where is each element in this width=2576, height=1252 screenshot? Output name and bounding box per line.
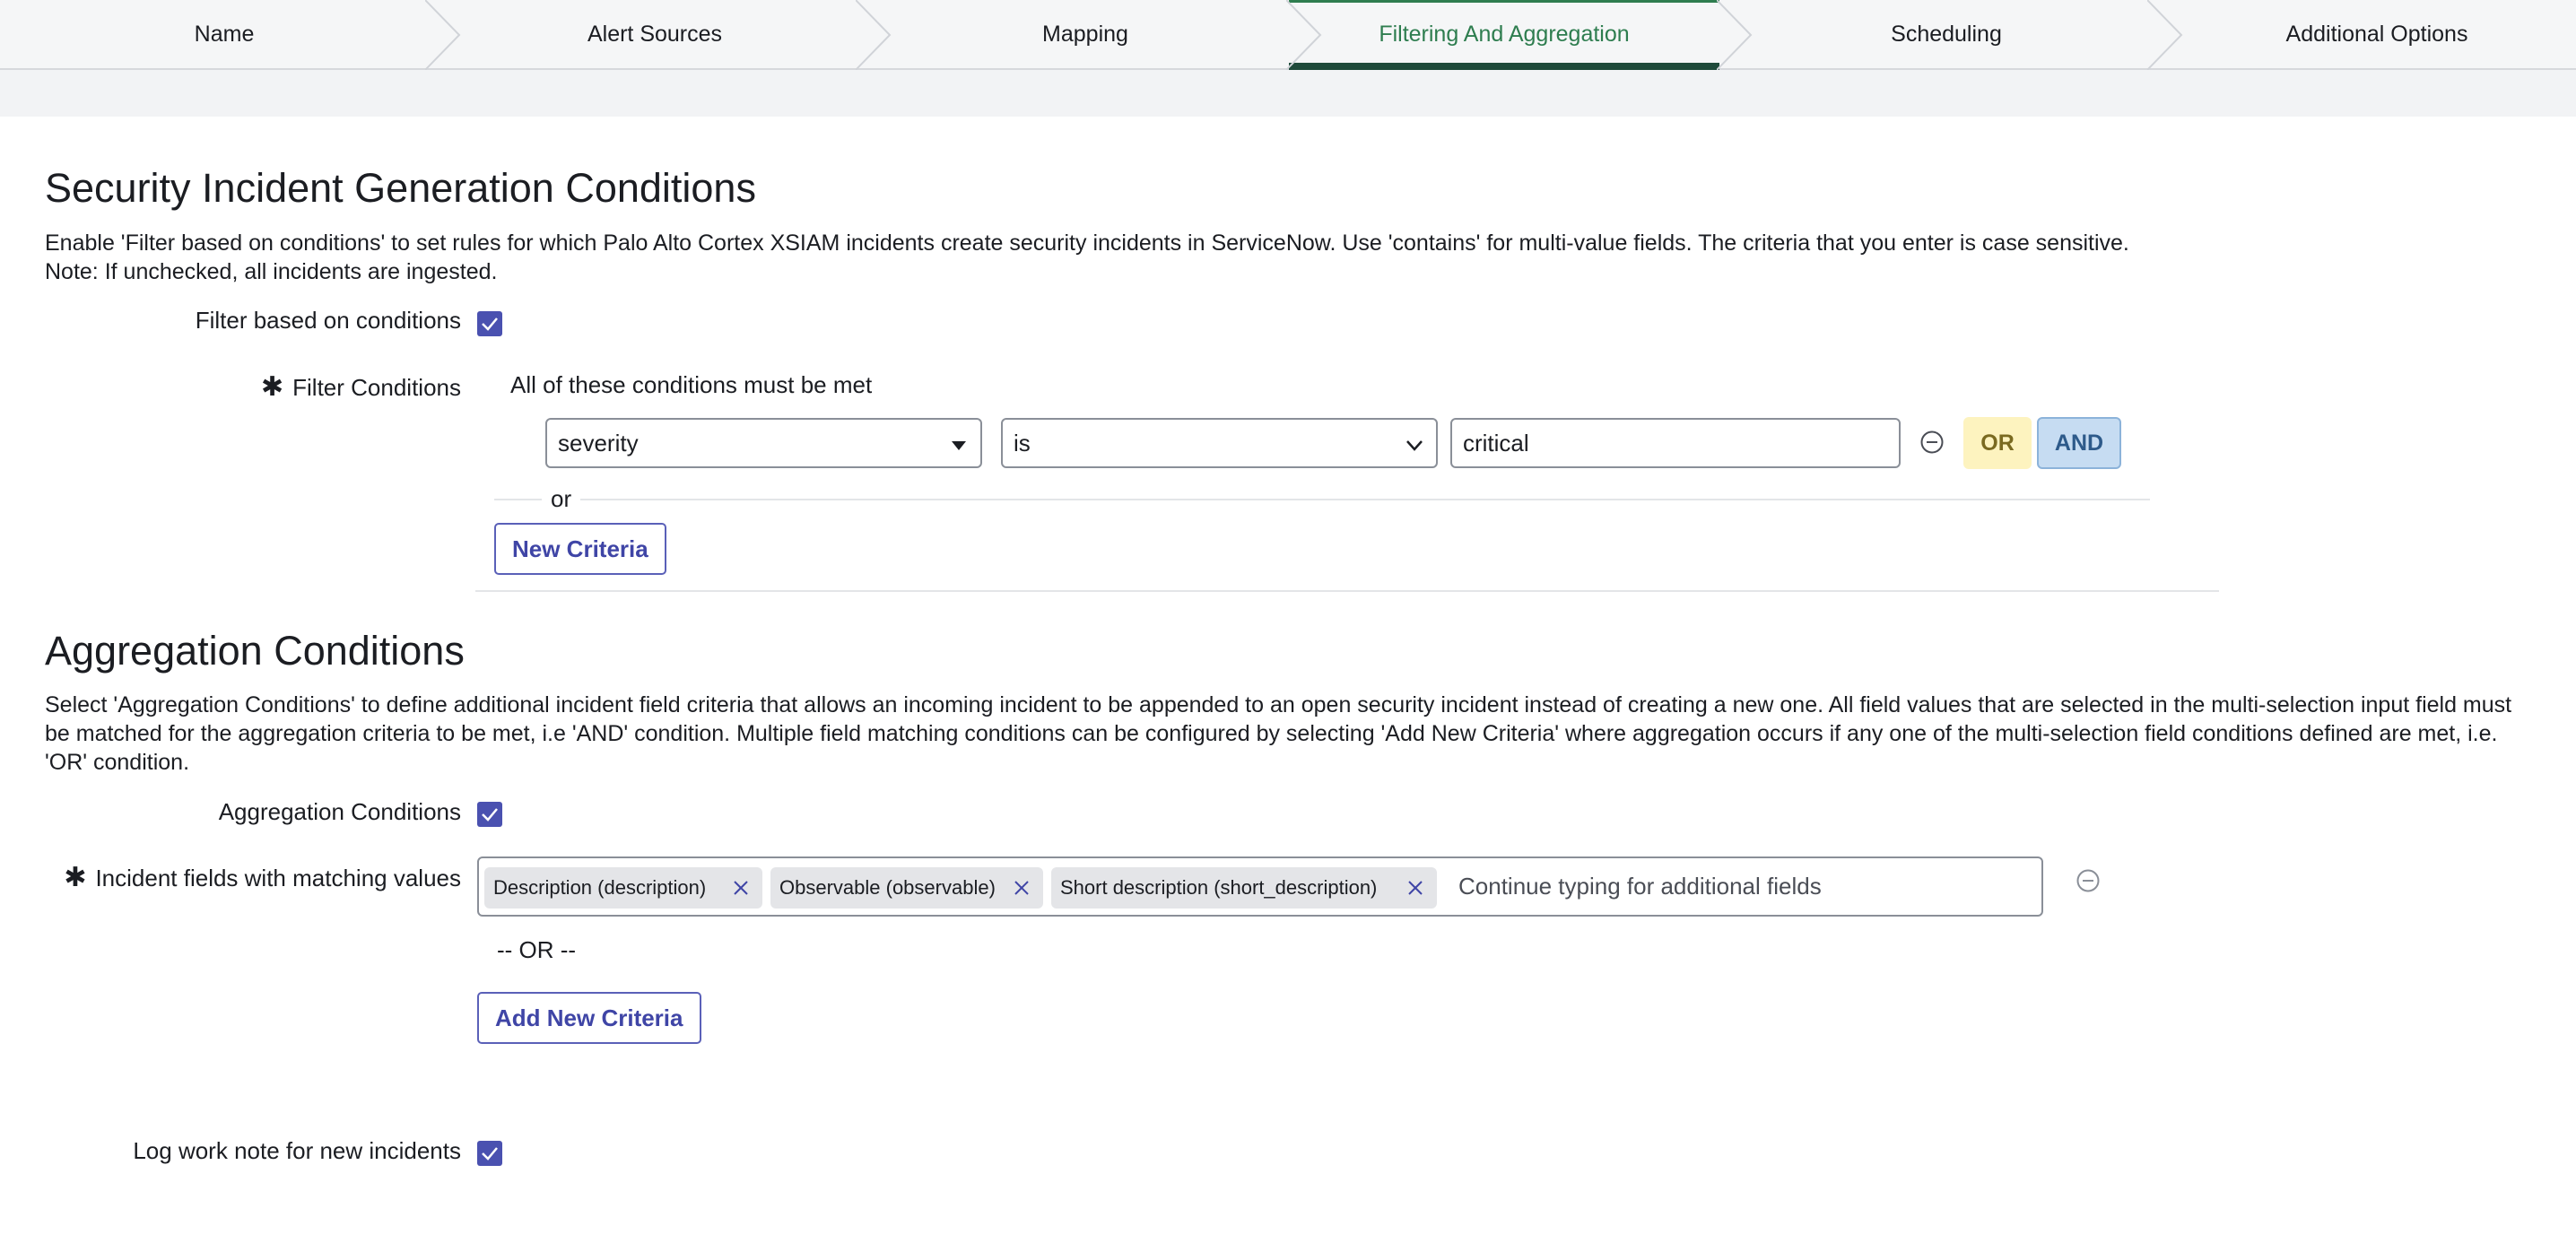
remove-criteria-icon[interactable] <box>2076 869 2100 892</box>
condition-value-text: critical <box>1463 429 1529 456</box>
remove-tag-icon[interactable] <box>732 879 750 897</box>
matching-fields-label: Incident fields with matching values <box>95 865 461 891</box>
field-tag-label: Observable (observable) <box>779 876 996 899</box>
condition-operator-value: is <box>1014 429 1031 456</box>
and-button[interactable]: AND <box>2037 417 2121 469</box>
tag-input-placeholder[interactable]: Continue typing for additional fields <box>1458 858 1822 915</box>
step-separator-icon <box>2147 0 2183 70</box>
check-icon <box>482 808 498 822</box>
field-tag: Observable (observable) <box>770 867 1043 909</box>
step-label: Filtering And Aggregation <box>1379 21 1630 47</box>
step-label: Scheduling <box>1891 21 2002 47</box>
description-line: Enable 'Filter based on conditions' to s… <box>45 230 2129 256</box>
aggregation-checkbox[interactable] <box>477 802 502 827</box>
check-icon <box>482 1147 498 1161</box>
step-scheduling[interactable]: Scheduling <box>1731 0 2162 68</box>
step-separator-icon <box>1286 0 1322 70</box>
step-filtering-and-aggregation[interactable]: Filtering And Aggregation <box>1289 0 1719 70</box>
step-additional-options[interactable]: Additional Options <box>2162 0 2576 68</box>
filter-checkbox[interactable] <box>477 311 502 336</box>
all-conditions-text: All of these conditions must be met <box>510 371 873 398</box>
step-label: Mapping <box>1042 21 1128 47</box>
condition-field-value: severity <box>558 429 639 456</box>
filter-conditions-label: Filter Conditions <box>292 374 461 401</box>
security-section-description: Enable 'Filter based on conditions' to s… <box>45 229 2538 286</box>
filter-checkbox-label: Filter based on conditions <box>195 307 461 334</box>
worknote-checkbox[interactable] <box>477 1141 502 1166</box>
check-icon <box>482 317 498 331</box>
description-note: Note: If unchecked, all incidents are in… <box>45 259 498 284</box>
add-new-criteria-button[interactable]: Add New Criteria <box>477 992 701 1044</box>
field-tag-label: Short description (short_description) <box>1060 876 1378 899</box>
or-separator-text: or <box>542 485 581 513</box>
step-alert-sources[interactable]: Alert Sources <box>439 0 870 68</box>
condition-value-input[interactable]: critical <box>1450 418 1901 468</box>
step-label: Name <box>194 21 255 47</box>
field-tag-label: Description (description) <box>493 876 707 899</box>
aggregation-checkbox-label: Aggregation Conditions <box>218 798 461 825</box>
aggregation-section-title: Aggregation Conditions <box>45 628 465 674</box>
step-mapping[interactable]: Mapping <box>870 0 1301 68</box>
aggregation-section-description: Select 'Aggregation Conditions' to defin… <box>45 692 2512 775</box>
step-name[interactable]: Name <box>9 0 439 68</box>
worknote-checkbox-label: Log work note for new incidents <box>133 1137 461 1164</box>
condition-field-select[interactable]: severity <box>545 418 982 468</box>
remove-tag-icon[interactable] <box>1013 879 1031 897</box>
condition-operator-select[interactable]: is <box>1001 418 1438 468</box>
security-section-title: Security Incident Generation Conditions <box>45 165 756 211</box>
or-divider: -- OR -- <box>497 936 577 963</box>
field-tag: Description (description) <box>484 867 762 909</box>
step-separator-icon <box>856 0 892 70</box>
step-separator-icon <box>1717 0 1753 70</box>
remove-condition-icon[interactable] <box>1920 430 1944 454</box>
matching-fields-tag-input[interactable]: Description (description) Observable (ob… <box>477 856 2043 917</box>
step-separator-icon <box>425 0 461 70</box>
or-button[interactable]: OR <box>1963 417 2032 469</box>
caret-down-icon <box>952 441 966 450</box>
remove-tag-icon[interactable] <box>1406 879 1424 897</box>
field-tag: Short description (short_description) <box>1051 867 1437 909</box>
chevron-down-icon <box>1406 440 1423 451</box>
section-divider <box>475 590 2219 592</box>
new-criteria-button[interactable]: New Criteria <box>494 523 666 575</box>
sub-header-bar <box>0 70 2576 117</box>
step-label: Additional Options <box>2285 21 2468 47</box>
wizard-steps: Name Alert Sources Mapping Filtering And… <box>0 0 2576 70</box>
matching-fields-label-row: ✱ Incident fields with matching values <box>64 862 461 893</box>
step-label: Alert Sources <box>587 21 723 47</box>
required-asterisk-icon: ✱ <box>261 372 284 402</box>
filter-conditions-label-row: ✱ Filter Conditions <box>261 371 461 403</box>
required-asterisk-icon: ✱ <box>64 863 87 892</box>
or-separator-line <box>494 499 2150 500</box>
